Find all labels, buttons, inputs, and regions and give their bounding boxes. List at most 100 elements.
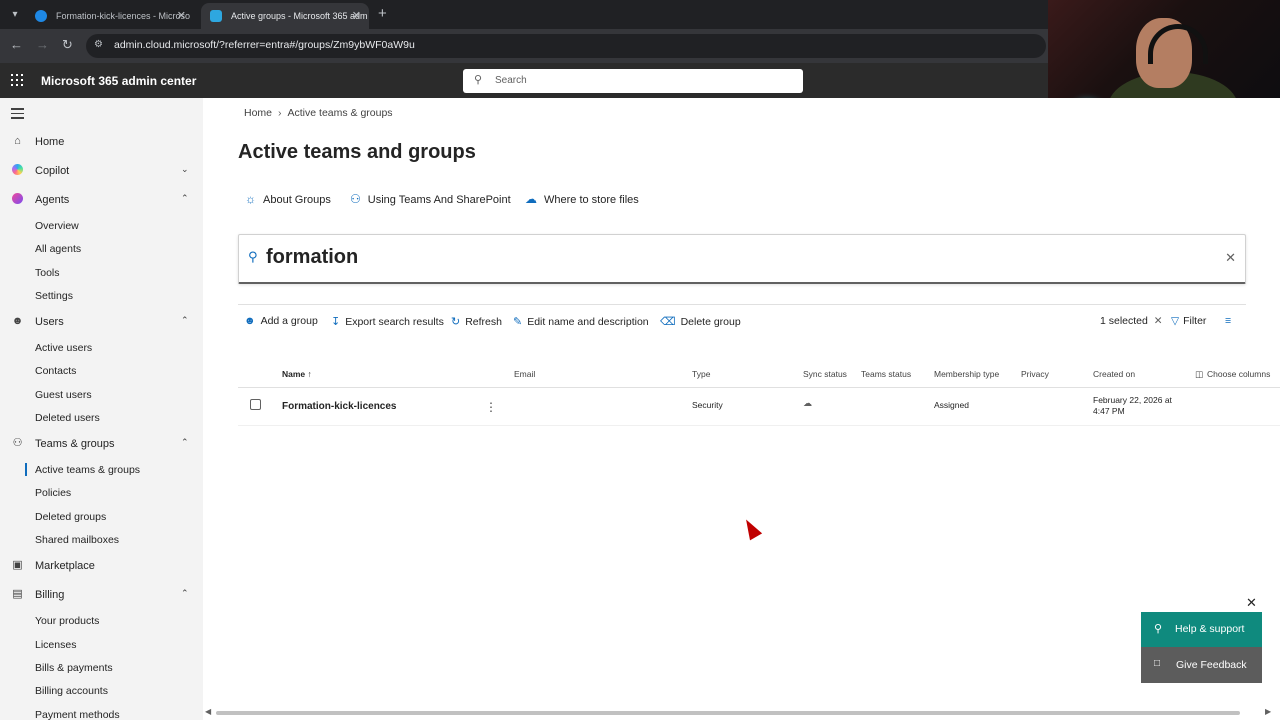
group-name-link[interactable]: Formation-kick-licences — [282, 401, 396, 412]
column-name[interactable]: Name ↑ — [282, 369, 312, 379]
nav-billing[interactable]: ▤ Billing ⌃ — [0, 584, 203, 606]
view-options-icon[interactable]: ≡ — [1225, 315, 1231, 327]
chevron-down-icon[interactable]: ⌄ — [181, 164, 189, 175]
page-title: Active teams and groups — [238, 141, 476, 163]
column-privacy[interactable]: Privacy — [1021, 369, 1049, 379]
browser-tab-2[interactable]: Active groups - Microsoft 365 adm ✕ — [201, 3, 369, 29]
app-title[interactable]: Microsoft 365 admin center — [41, 74, 196, 88]
marketplace-icon: ▣ — [12, 559, 23, 571]
new-tab-icon[interactable]: + — [378, 5, 387, 22]
selected-count[interactable]: 1 selected ✕ — [1100, 315, 1163, 327]
more-actions-icon[interactable]: ⋮ — [485, 400, 497, 414]
column-email[interactable]: Email — [514, 369, 535, 379]
nav-sub-active-users[interactable]: Active users — [0, 338, 203, 358]
main-content: Home › Active teams & groups Active teams … — [203, 98, 1280, 720]
chevron-up-icon[interactable]: ⌃ — [181, 315, 189, 326]
breadcrumb-home[interactable]: Home — [244, 107, 272, 119]
nav-marketplace[interactable]: ▣ Marketplace — [0, 555, 203, 577]
lightbulb-icon: ☼ — [245, 192, 256, 206]
tab-title: Formation-kick-licences - Microso — [56, 11, 191, 21]
nav-sub-billing-accounts[interactable]: Billing accounts — [0, 681, 203, 701]
reload-icon[interactable]: ↻ — [62, 37, 73, 53]
nav-sub-bills-payments[interactable]: Bills & payments — [0, 658, 203, 678]
filter-button[interactable]: ▽ Filter — [1171, 315, 1206, 327]
nav-sub-all-agents[interactable]: All agents — [0, 239, 203, 259]
help-support-button[interactable]: ⚲ Help & support — [1141, 612, 1262, 647]
column-teams-status[interactable]: Teams status — [861, 369, 911, 379]
app-launcher-icon[interactable] — [11, 74, 23, 86]
refresh-button[interactable]: ↻ Refresh — [451, 315, 502, 328]
nav-copilot[interactable]: Copilot ⌄ — [0, 160, 203, 182]
choose-columns-button[interactable]: ◫ Choose columns — [1195, 369, 1270, 380]
close-help-icon[interactable]: ✕ — [1246, 595, 1257, 611]
browser-tab-1[interactable]: Formation-kick-licences - Microso ✕ — [26, 3, 194, 29]
url-text: admin.cloud.microsoft/?referrer=entra#/g… — [114, 39, 415, 51]
forward-icon[interactable]: → — [36, 37, 49, 52]
nav-sub-deleted-users[interactable]: Deleted users — [0, 408, 203, 428]
scroll-right-icon[interactable]: ▶ — [1265, 707, 1271, 716]
help-icon: ⚲ — [1154, 623, 1163, 635]
nav-sub-contacts[interactable]: Contacts — [0, 361, 203, 381]
scroll-left-icon[interactable]: ◀ — [205, 707, 211, 716]
nav-teams-groups[interactable]: ⚇ Teams & groups ⌃ — [0, 433, 203, 455]
copilot-icon — [11, 164, 24, 177]
chevron-up-icon[interactable]: ⌃ — [181, 588, 189, 599]
chevron-up-icon[interactable]: ⌃ — [181, 193, 189, 204]
row-checkbox[interactable] — [250, 399, 261, 410]
agents-icon — [11, 193, 24, 206]
nav-sub-your-products[interactable]: Your products — [0, 611, 203, 631]
tab-favicon-icon — [210, 10, 222, 22]
about-groups-link[interactable]: ☼ About Groups — [245, 192, 331, 206]
chevron-up-icon[interactable]: ⌃ — [181, 437, 189, 448]
edit-name-button[interactable]: ✎ Edit name and description — [513, 315, 649, 328]
nav-users[interactable]: ☻ Users ⌃ — [0, 311, 203, 333]
table-row[interactable]: Formation-kick-licences ⋮ Security ☁ Ass… — [238, 388, 1280, 426]
sort-ascending-icon: ↑ — [307, 369, 312, 379]
store-files-link[interactable]: ☁ Where to store files — [525, 192, 639, 206]
site-info-icon[interactable]: ⚙ — [94, 39, 103, 50]
nav-sub-active-teams-groups[interactable]: Active teams & groups — [0, 460, 203, 480]
nav-sub-shared-mailboxes[interactable]: Shared mailboxes — [0, 530, 203, 550]
tab-search-button[interactable]: ▾ — [6, 6, 24, 24]
delete-group-button[interactable]: ⌫ Delete group — [660, 315, 741, 328]
search-icon: ⚲ — [248, 249, 258, 264]
back-icon[interactable]: ← — [10, 37, 23, 52]
nav-sub-guest-users[interactable]: Guest users — [0, 385, 203, 405]
column-type[interactable]: Type — [692, 369, 710, 379]
column-created-on[interactable]: Created on — [1093, 369, 1135, 379]
trash-icon: ⌫ — [660, 316, 676, 328]
scrollbar-thumb[interactable] — [216, 711, 1240, 715]
url-input[interactable]: ⚙ admin.cloud.microsoft/?referrer=entra#… — [86, 34, 1046, 58]
add-group-button[interactable]: ☻ Add a group — [244, 315, 318, 327]
clear-selection-icon[interactable]: ✕ — [1154, 315, 1163, 327]
nav-agents[interactable]: Agents ⌃ — [0, 189, 203, 211]
user-icon: ☻ — [11, 315, 24, 327]
tab-title: Active groups - Microsoft 365 adm — [231, 11, 368, 21]
teams-icon: ⚇ — [350, 192, 361, 206]
column-membership-type[interactable]: Membership type — [934, 369, 999, 379]
nav-sub-payment-methods[interactable]: Payment methods — [0, 705, 203, 720]
columns-icon: ◫ — [1195, 369, 1204, 379]
close-tab-icon[interactable]: ✕ — [177, 3, 186, 29]
breadcrumb-current: Active teams & groups — [287, 107, 393, 119]
horizontal-scrollbar[interactable]: ◀ ▶ — [203, 707, 1280, 718]
clear-search-icon[interactable]: ✕ — [1225, 250, 1236, 266]
nav-home[interactable]: ⌂ Home — [0, 131, 203, 153]
chevron-right-icon: › — [278, 107, 282, 119]
nav-sub-deleted-groups[interactable]: Deleted groups — [0, 507, 203, 527]
column-sync-status[interactable]: Sync status — [803, 369, 847, 379]
export-button[interactable]: ↧ Export search results — [331, 315, 444, 328]
nav-sub-settings[interactable]: Settings — [0, 286, 203, 306]
teams-sharepoint-link[interactable]: ⚇ Using Teams And SharePoint — [350, 192, 511, 206]
close-tab-icon[interactable]: ✕ — [352, 3, 361, 29]
filter-icon: ▽ — [1171, 315, 1180, 327]
hamburger-menu-icon[interactable] — [11, 108, 24, 122]
divider — [238, 304, 1246, 305]
groups-search-input[interactable]: ⚲ formation ✕ — [238, 234, 1246, 284]
nav-sub-policies[interactable]: Policies — [0, 483, 203, 503]
global-search-input[interactable]: ⚲ Search — [463, 69, 803, 93]
nav-sub-licenses[interactable]: Licenses — [0, 635, 203, 655]
nav-sub-tools[interactable]: Tools — [0, 263, 203, 283]
nav-sub-overview[interactable]: Overview — [0, 216, 203, 236]
give-feedback-button[interactable]: □ Give Feedback — [1141, 647, 1262, 683]
